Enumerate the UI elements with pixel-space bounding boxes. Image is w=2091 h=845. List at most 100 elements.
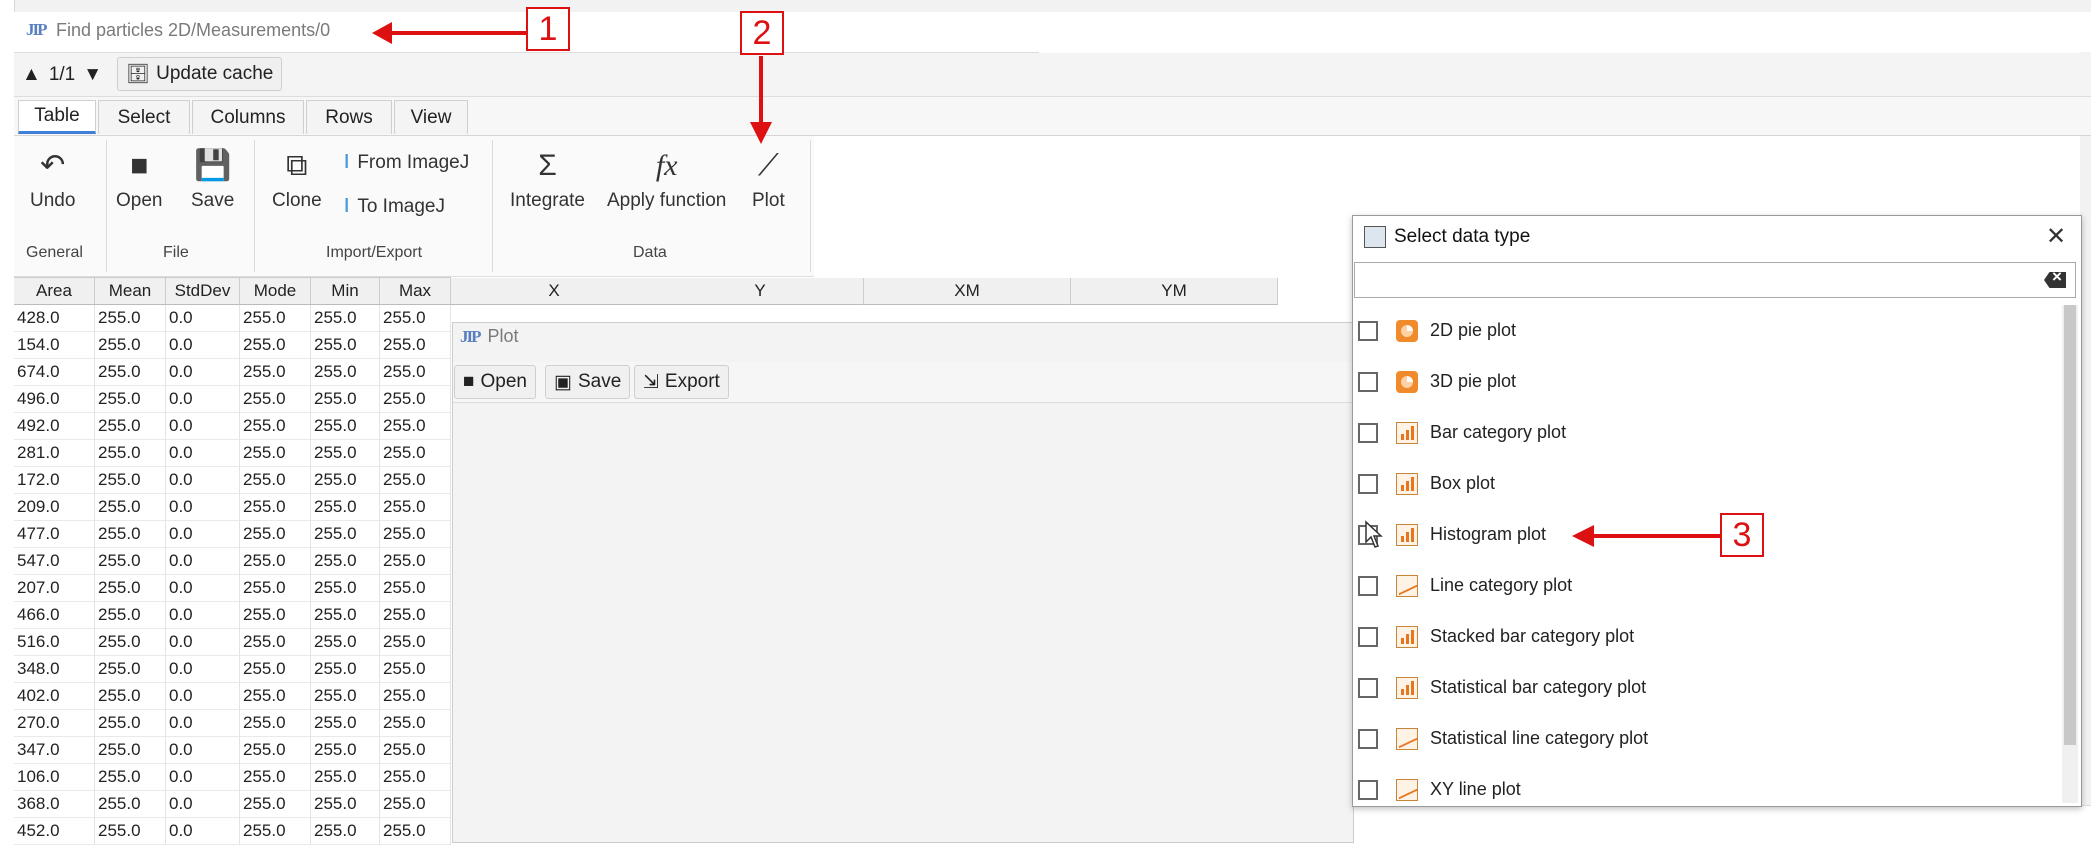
table-cell[interactable]: 368.0 [14,791,95,818]
table-cell[interactable]: 255.0 [380,386,451,413]
column-header-stddev[interactable]: StdDev [166,278,240,305]
table-cell[interactable]: 255.0 [95,413,166,440]
table-cell[interactable]: 348.0 [14,656,95,683]
item-checkbox[interactable] [1358,728,1378,749]
table-cell[interactable]: 255.0 [240,656,311,683]
table-cell[interactable]: 0.0 [166,440,240,467]
list-item[interactable]: Stacked bar category plot [1354,611,2061,662]
table-cell[interactable]: 255.0 [380,656,451,683]
column-header-xm[interactable]: XM [864,278,1071,305]
table-cell[interactable]: 255.0 [95,656,166,683]
item-checkbox[interactable] [1358,626,1378,647]
table-cell[interactable]: 255.0 [311,629,380,656]
table-cell[interactable]: 154.0 [14,332,95,359]
table-cell[interactable]: 477.0 [14,521,95,548]
table-cell[interactable]: 255.0 [240,413,311,440]
table-cell[interactable]: 255.0 [95,791,166,818]
table-cell[interactable]: 255.0 [95,602,166,629]
column-header-mode[interactable]: Mode [240,278,311,305]
table-cell[interactable]: 207.0 [14,575,95,602]
table-cell[interactable]: 106.0 [14,764,95,791]
table-cell[interactable]: 255.0 [240,359,311,386]
table-cell[interactable]: 0.0 [166,629,240,656]
column-header-max[interactable]: Max [380,278,451,305]
chevron-up-icon[interactable]: ▲ [22,64,41,86]
table-cell[interactable]: 255.0 [311,656,380,683]
table-cell[interactable]: 547.0 [14,548,95,575]
table-cell[interactable]: 0.0 [166,575,240,602]
search-input[interactable] [1354,262,2076,298]
list-item[interactable]: Box plot [1354,458,2061,509]
table-cell[interactable]: 492.0 [14,413,95,440]
table-cell[interactable]: 255.0 [240,602,311,629]
table-cell[interactable]: 255.0 [380,548,451,575]
table-cell[interactable]: 270.0 [14,710,95,737]
table-cell[interactable]: 172.0 [14,467,95,494]
table-cell[interactable]: 0.0 [166,710,240,737]
table-cell[interactable]: 255.0 [95,575,166,602]
plot-export-button[interactable]: ⇲ Export [634,365,729,399]
table-cell[interactable]: 255.0 [311,332,380,359]
table-cell[interactable]: 255.0 [240,575,311,602]
item-checkbox[interactable] [1358,677,1378,698]
table-cell[interactable]: 0.0 [166,521,240,548]
table-cell[interactable]: 255.0 [311,494,380,521]
table-cell[interactable]: 255.0 [311,764,380,791]
table-cell[interactable]: 255.0 [240,467,311,494]
table-cell[interactable]: 255.0 [311,737,380,764]
table-cell[interactable]: 255.0 [380,494,451,521]
chevron-down-icon[interactable]: ▼ [83,64,102,86]
table-cell[interactable]: 255.0 [311,413,380,440]
table-cell[interactable]: 0.0 [166,683,240,710]
table-cell[interactable]: 255.0 [380,440,451,467]
undo-button[interactable]: ↶ Undo [30,142,75,212]
table-cell[interactable]: 255.0 [380,305,451,332]
table-cell[interactable]: 255.0 [380,683,451,710]
table-cell[interactable]: 255.0 [240,494,311,521]
table-cell[interactable]: 0.0 [166,764,240,791]
scrollbar-thumb[interactable] [2064,305,2076,745]
item-checkbox[interactable] [1358,473,1378,494]
list-item[interactable]: Statistical bar category plot [1354,662,2061,713]
column-header-min[interactable]: Min [311,278,380,305]
table-cell[interactable]: 255.0 [311,467,380,494]
apply-function-button[interactable]: fx Apply function [607,142,726,212]
table-cell[interactable]: 281.0 [14,440,95,467]
table-cell[interactable]: 255.0 [95,629,166,656]
list-item[interactable]: Statistical line category plot [1354,713,2061,764]
plot-open-button[interactable]: ■ Open [454,365,536,399]
table-cell[interactable]: 255.0 [240,440,311,467]
tab-table[interactable]: Table [18,100,96,134]
table-cell[interactable]: 0.0 [166,737,240,764]
table-cell[interactable]: 0.0 [166,332,240,359]
table-cell[interactable]: 255.0 [380,629,451,656]
table-cell[interactable]: 255.0 [311,359,380,386]
column-header-area[interactable]: Area [14,278,95,305]
table-cell[interactable]: 255.0 [240,791,311,818]
table-cell[interactable]: 255.0 [380,359,451,386]
table-cell[interactable]: 428.0 [14,305,95,332]
pager[interactable]: ▲ 1/1 ▼ [22,58,102,92]
table-cell[interactable]: 255.0 [311,791,380,818]
clone-button[interactable]: ⧉ Clone [272,142,322,212]
table-cell[interactable]: 255.0 [380,467,451,494]
table-cell[interactable]: 255.0 [380,737,451,764]
table-cell[interactable]: 255.0 [380,521,451,548]
column-header-ym[interactable]: YM [1071,278,1278,305]
table-cell[interactable]: 347.0 [14,737,95,764]
update-cache-button[interactable]: 🗄 Update cache [117,57,283,91]
item-checkbox[interactable] [1358,575,1378,596]
table-cell[interactable]: 255.0 [95,548,166,575]
table-cell[interactable]: 255.0 [240,683,311,710]
table-cell[interactable]: 255.0 [380,575,451,602]
table-cell[interactable]: 255.0 [311,575,380,602]
close-icon[interactable]: ✕ [2046,222,2066,251]
table-cell[interactable]: 255.0 [311,602,380,629]
table-cell[interactable]: 255.0 [95,440,166,467]
table-cell[interactable]: 255.0 [311,710,380,737]
table-cell[interactable]: 255.0 [311,548,380,575]
table-cell[interactable]: 255.0 [95,305,166,332]
table-cell[interactable]: 466.0 [14,602,95,629]
item-checkbox[interactable] [1358,320,1378,341]
open-button[interactable]: ■ Open [116,142,162,212]
